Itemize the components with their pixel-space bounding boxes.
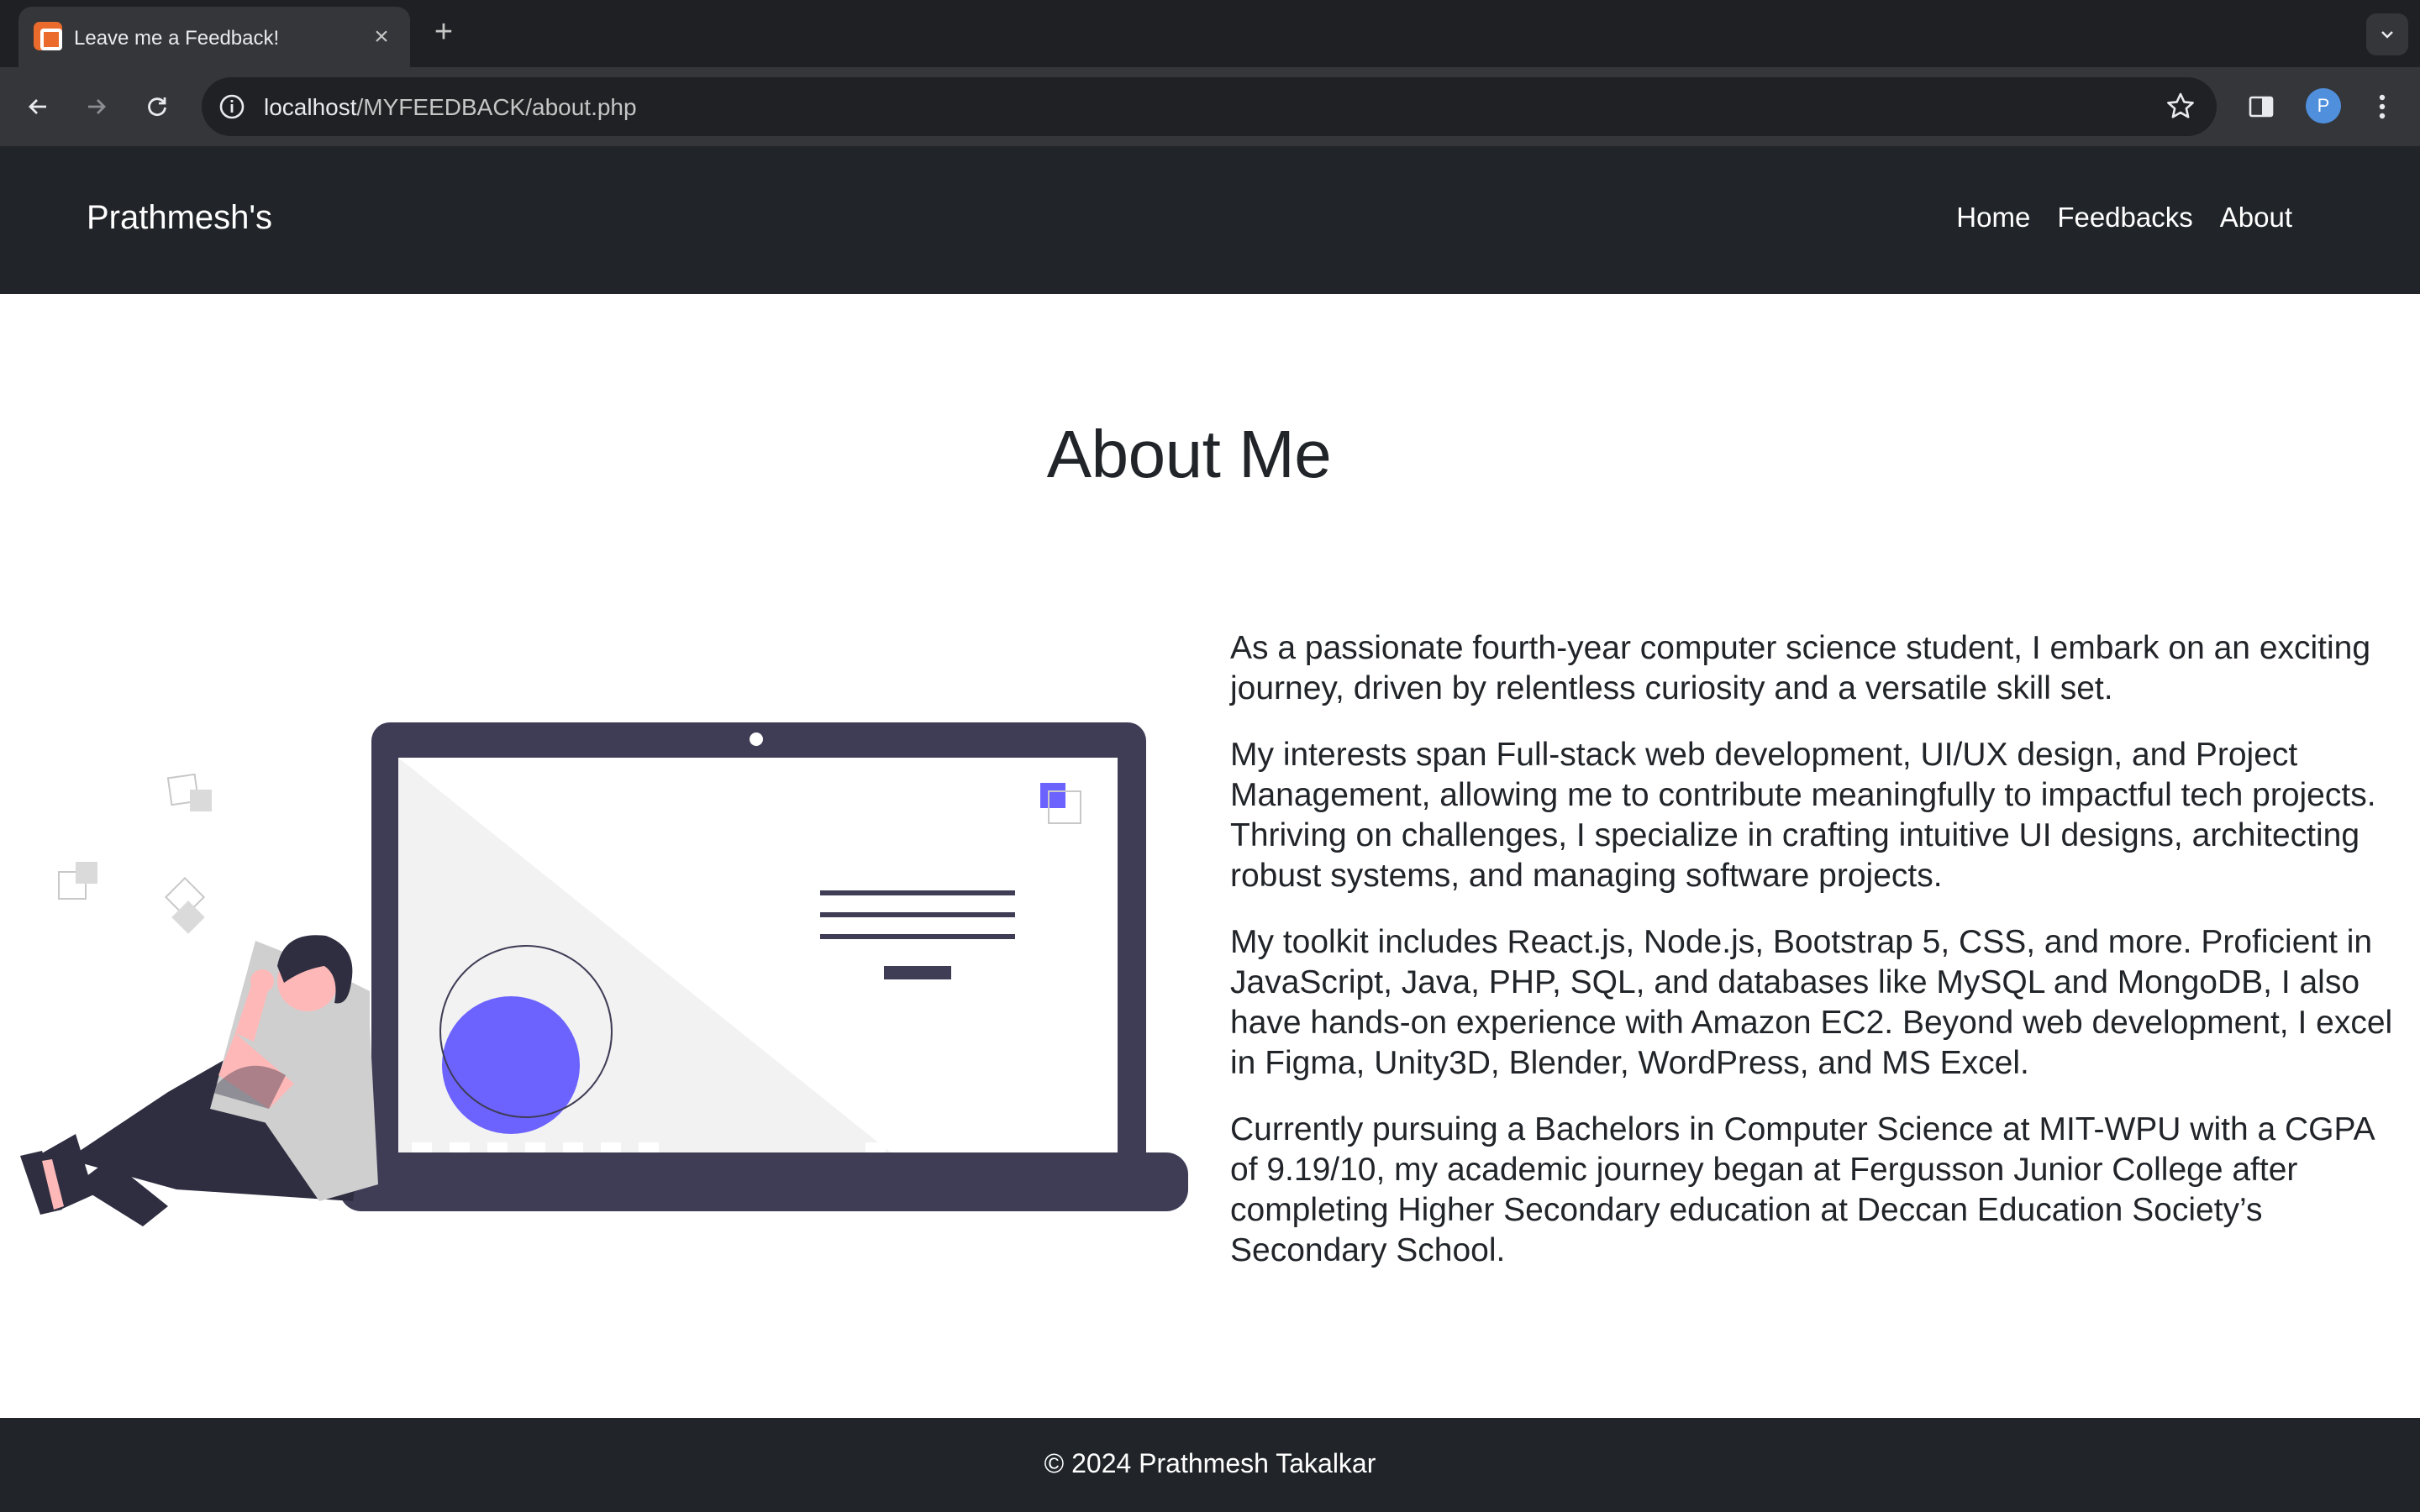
side-panel-icon[interactable]	[2240, 86, 2282, 128]
page-title: About Me	[1046, 417, 1332, 491]
site-navbar: Prathmesh's Home Feedbacks About	[0, 146, 2420, 294]
tab-search-icon[interactable]	[2366, 13, 2408, 55]
close-icon[interactable]: ×	[365, 20, 398, 54]
browser-tab[interactable]: Leave me a Feedback! ×	[18, 7, 410, 67]
favicon-icon	[34, 22, 62, 50]
about-paragraph-4: Currently pursuing a Bachelors in Comput…	[1230, 1111, 2374, 1268]
url-text: localhost/MYFEEDBACK/about.php	[264, 94, 637, 120]
forward-icon[interactable]	[76, 86, 118, 128]
back-icon[interactable]	[17, 86, 59, 128]
decorative-squares	[58, 773, 212, 934]
address-bar[interactable]: localhost/MYFEEDBACK/about.php	[202, 77, 2217, 136]
browser-toolbar: localhost/MYFEEDBACK/about.php	[0, 67, 2420, 146]
laptop-camera	[750, 732, 763, 746]
about-paragraph-3: My toolkit includes React.js, Node.js, B…	[1230, 924, 2393, 1081]
profile-avatar[interactable]: P	[2306, 88, 2341, 123]
about-paragraph-2: My interests span Full-stack web develop…	[1230, 737, 2376, 894]
laptop-illustration	[20, 722, 1188, 1226]
navbar-brand[interactable]: Prathmesh's	[87, 199, 272, 237]
browser-tabstrip: Leave me a Feedback! × +	[0, 0, 2420, 67]
new-tab-icon[interactable]: +	[427, 15, 460, 49]
person-figure	[20, 935, 378, 1226]
info-icon[interactable]	[215, 90, 249, 123]
nav-links: Home Feedbacks About	[1956, 202, 2292, 234]
reload-icon[interactable]	[136, 86, 178, 128]
about-paragraph-1: As a passionate fourth-year computer sci…	[1230, 630, 2371, 706]
menu-kebab-icon[interactable]	[2361, 86, 2403, 128]
nav-link-home[interactable]: Home	[1956, 202, 2030, 234]
nav-link-feedbacks[interactable]: Feedbacks	[2057, 202, 2192, 234]
laptop-base	[339, 1152, 1188, 1211]
site-footer: © 2024 Prathmesh Takalkar	[0, 1418, 2420, 1512]
about-text: As a passionate fourth-year computer sci…	[1230, 628, 2407, 1297]
nav-link-about[interactable]: About	[2220, 202, 2292, 234]
tab-title: Leave me a Feedback!	[74, 27, 280, 50]
bookmark-star-icon[interactable]	[2163, 89, 2198, 124]
footer-copyright: © 2024 Prathmesh Takalkar	[1044, 1448, 1376, 1478]
